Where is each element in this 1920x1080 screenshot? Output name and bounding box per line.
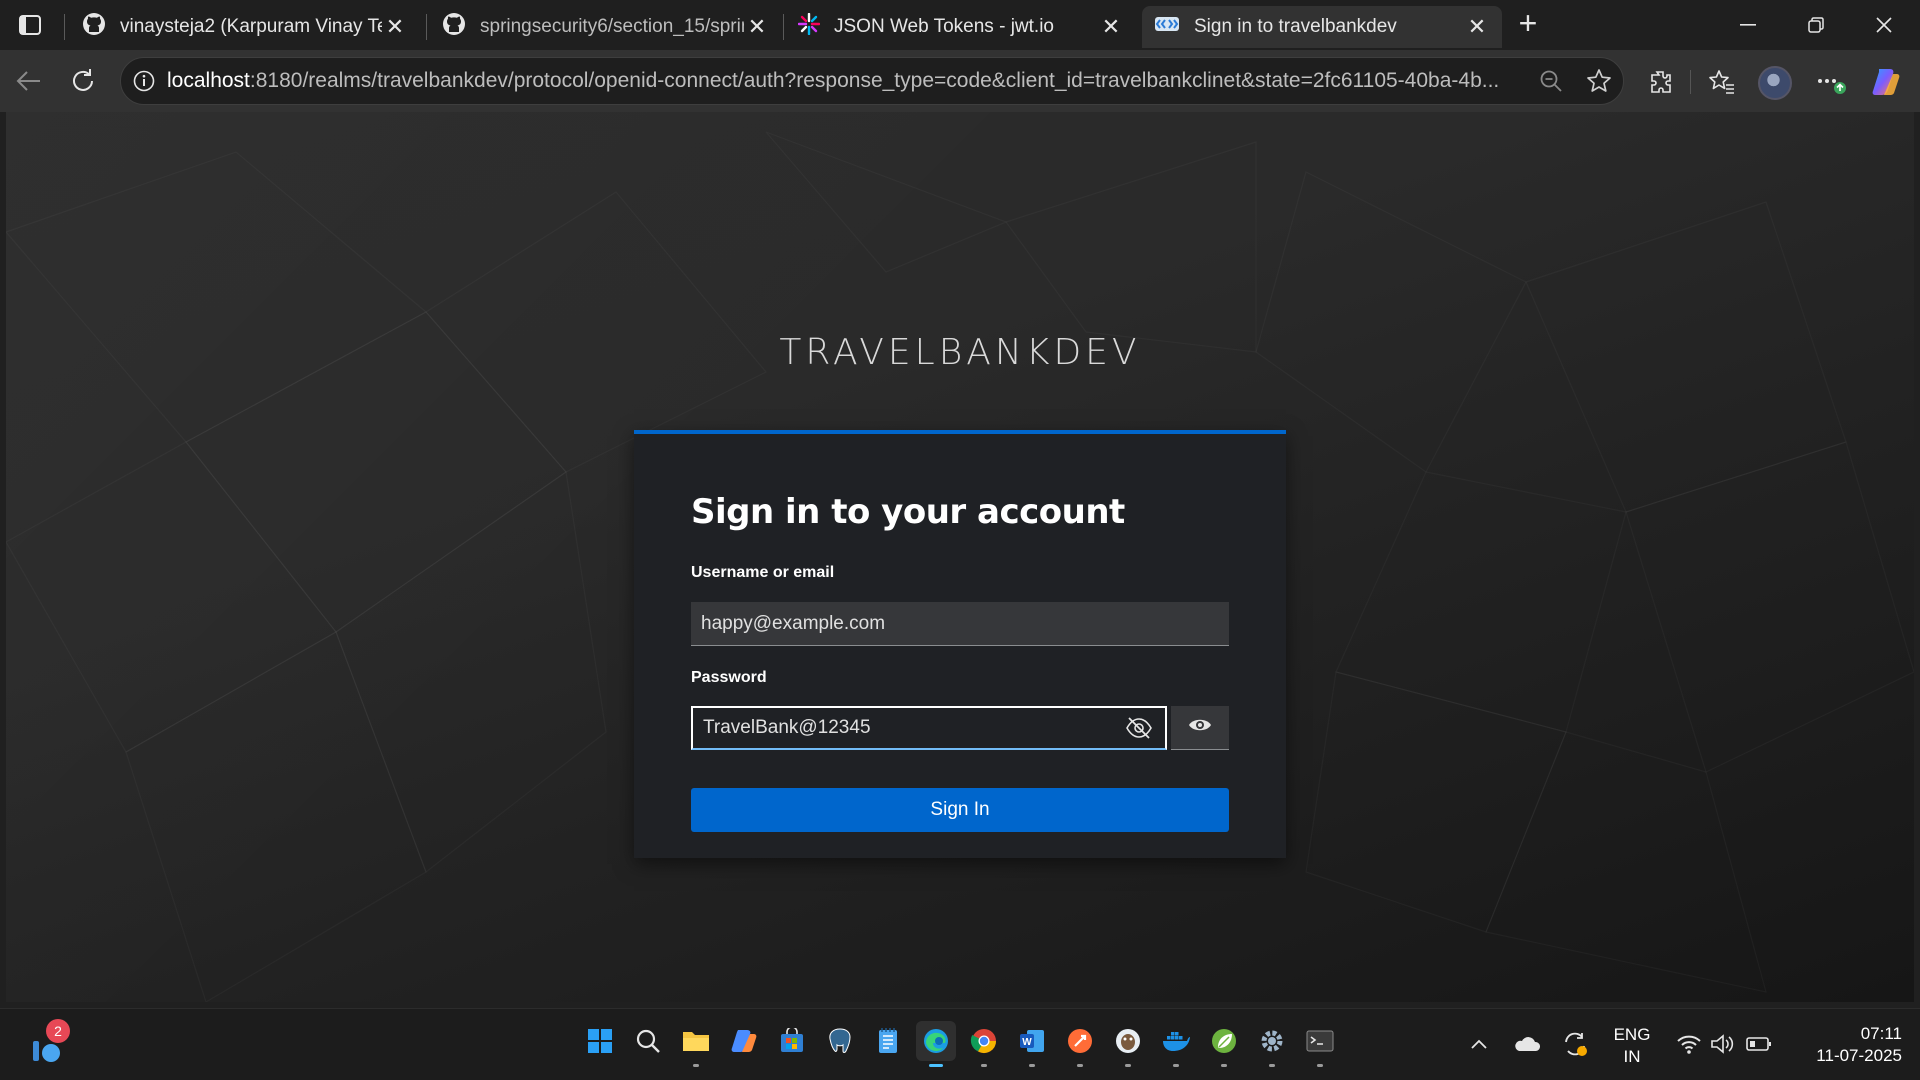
browser-toolbar: localhost:8180/realms/travelbankdev/prot… — [0, 50, 1920, 112]
sync-icon[interactable] — [1560, 1029, 1590, 1059]
tab-close-icon[interactable]: ✕ — [1464, 14, 1490, 40]
region-code: IN — [1623, 1047, 1641, 1066]
keycloak-icon — [1154, 14, 1180, 40]
site-info-icon[interactable] — [121, 57, 167, 105]
windows-taskbar: 2 W ENG IN 07:11 11-07-2025 — [0, 1008, 1920, 1080]
tab-close-icon[interactable]: ✕ — [1098, 14, 1124, 40]
tab-title: springsecurity6/section_15/spring — [480, 16, 744, 37]
more-options-icon[interactable] — [1812, 62, 1852, 102]
tab-close-icon[interactable]: ✕ — [382, 14, 408, 40]
word-icon[interactable]: W — [1012, 1021, 1052, 1067]
realm-title: TRAVELBANKDEV — [779, 332, 1141, 373]
battery-icon[interactable] — [1744, 1029, 1774, 1059]
tab-separator — [64, 14, 65, 40]
tab-actions-icon[interactable] — [14, 11, 46, 39]
jwt-icon — [797, 12, 821, 41]
tab-separator — [783, 14, 784, 40]
tab-title: vinaysteja2 (Karpuram Vinay Teja) — [120, 16, 382, 37]
settings-icon[interactable] — [1252, 1021, 1292, 1067]
profile-avatar[interactable] — [1758, 66, 1792, 100]
dbeaver-icon[interactable] — [1108, 1021, 1148, 1067]
file-explorer-icon[interactable] — [676, 1021, 716, 1067]
tab-title: Sign in to travelbankdev — [1194, 16, 1397, 37]
volume-icon[interactable] — [1708, 1029, 1738, 1059]
username-label: Username or email — [691, 564, 835, 581]
svg-text:W: W — [1022, 1037, 1032, 1048]
show-password-button[interactable] — [1171, 706, 1229, 750]
url-path: :8180/realms/travelbankdev/protocol/open… — [249, 69, 1500, 92]
docker-icon[interactable] — [1156, 1021, 1196, 1067]
widgets-badge: 2 — [46, 1019, 70, 1043]
clock[interactable]: 07:11 11-07-2025 — [1790, 1023, 1902, 1067]
address-bar[interactable]: localhost:8180/realms/travelbankdev/prot… — [120, 57, 1624, 105]
login-heading: Sign in to your account — [691, 492, 1125, 532]
eye-icon — [1188, 717, 1212, 738]
github-icon — [442, 12, 466, 42]
toolbar-divider — [1690, 70, 1691, 94]
tab-title: JSON Web Tokens - jwt.io — [834, 16, 1054, 37]
search-icon[interactable] — [628, 1021, 668, 1061]
favorites-icon[interactable] — [1702, 62, 1742, 102]
copilot-icon[interactable] — [1866, 62, 1906, 102]
onedrive-icon[interactable] — [1512, 1029, 1542, 1059]
close-window-button[interactable] — [1850, 0, 1918, 50]
postman-icon[interactable] — [1060, 1021, 1100, 1067]
restore-button[interactable] — [1782, 0, 1850, 50]
postgres-icon[interactable] — [820, 1021, 860, 1061]
terminal-icon[interactable] — [1300, 1021, 1340, 1067]
username-value: happy@example.com — [701, 612, 886, 634]
language-indicator[interactable]: ENG IN — [1610, 1024, 1654, 1068]
password-value: TravelBank@12345 — [703, 717, 871, 738]
tab-signin-travelbankdev[interactable]: Sign in to travelbankdev ✕ — [1142, 6, 1502, 48]
tab-github-repo[interactable]: springsecurity6/section_15/spring ✕ — [430, 6, 782, 48]
tab-github-profile[interactable]: vinaysteja2 (Karpuram Vinay Teja) ✕ — [70, 6, 420, 48]
back-button[interactable] — [10, 62, 48, 100]
login-card: Sign in to your account Username or emai… — [634, 430, 1286, 858]
refresh-button[interactable] — [64, 62, 102, 100]
username-field[interactable]: happy@example.com — [691, 602, 1229, 646]
new-tab-button[interactable]: + — [1512, 7, 1544, 40]
chrome-icon[interactable] — [964, 1021, 1004, 1067]
wifi-icon[interactable] — [1674, 1029, 1704, 1059]
edge-icon[interactable] — [916, 1021, 956, 1067]
notepad-icon[interactable] — [868, 1021, 908, 1061]
tab-close-icon[interactable]: ✕ — [744, 14, 770, 40]
minimize-button[interactable] — [1714, 0, 1782, 50]
zoom-icon[interactable] — [1527, 57, 1575, 105]
password-field[interactable]: TravelBank@12345 — [691, 706, 1167, 750]
favorite-star-icon[interactable] — [1575, 57, 1623, 105]
show-hidden-icons-icon[interactable] — [1464, 1029, 1494, 1059]
ms-store-icon[interactable] — [772, 1021, 812, 1061]
eye-off-icon[interactable] — [1123, 712, 1155, 744]
url-text: localhost:8180/realms/travelbankdev/prot… — [167, 69, 1527, 93]
url-host: localhost — [167, 69, 250, 92]
copilot-app-icon[interactable] — [724, 1021, 764, 1061]
tab-strip: vinaysteja2 (Karpuram Vinay Teja) ✕ spri… — [0, 0, 1920, 50]
tab-separator — [426, 14, 427, 40]
language-code: ENG — [1613, 1025, 1651, 1044]
clock-time: 07:11 — [1860, 1024, 1902, 1043]
github-icon — [82, 12, 106, 42]
tab-jwt[interactable]: JSON Web Tokens - jwt.io ✕ — [786, 6, 1136, 48]
login-page: TRAVELBANKDEV Sign in to your account Us… — [6, 112, 1914, 1002]
clock-date: 11-07-2025 — [1816, 1046, 1902, 1065]
spring-tools-icon[interactable] — [1204, 1021, 1244, 1067]
start-icon[interactable] — [580, 1021, 620, 1061]
sign-in-button[interactable]: Sign In — [691, 788, 1229, 832]
extensions-icon[interactable] — [1640, 62, 1680, 102]
password-label: Password — [691, 669, 767, 686]
